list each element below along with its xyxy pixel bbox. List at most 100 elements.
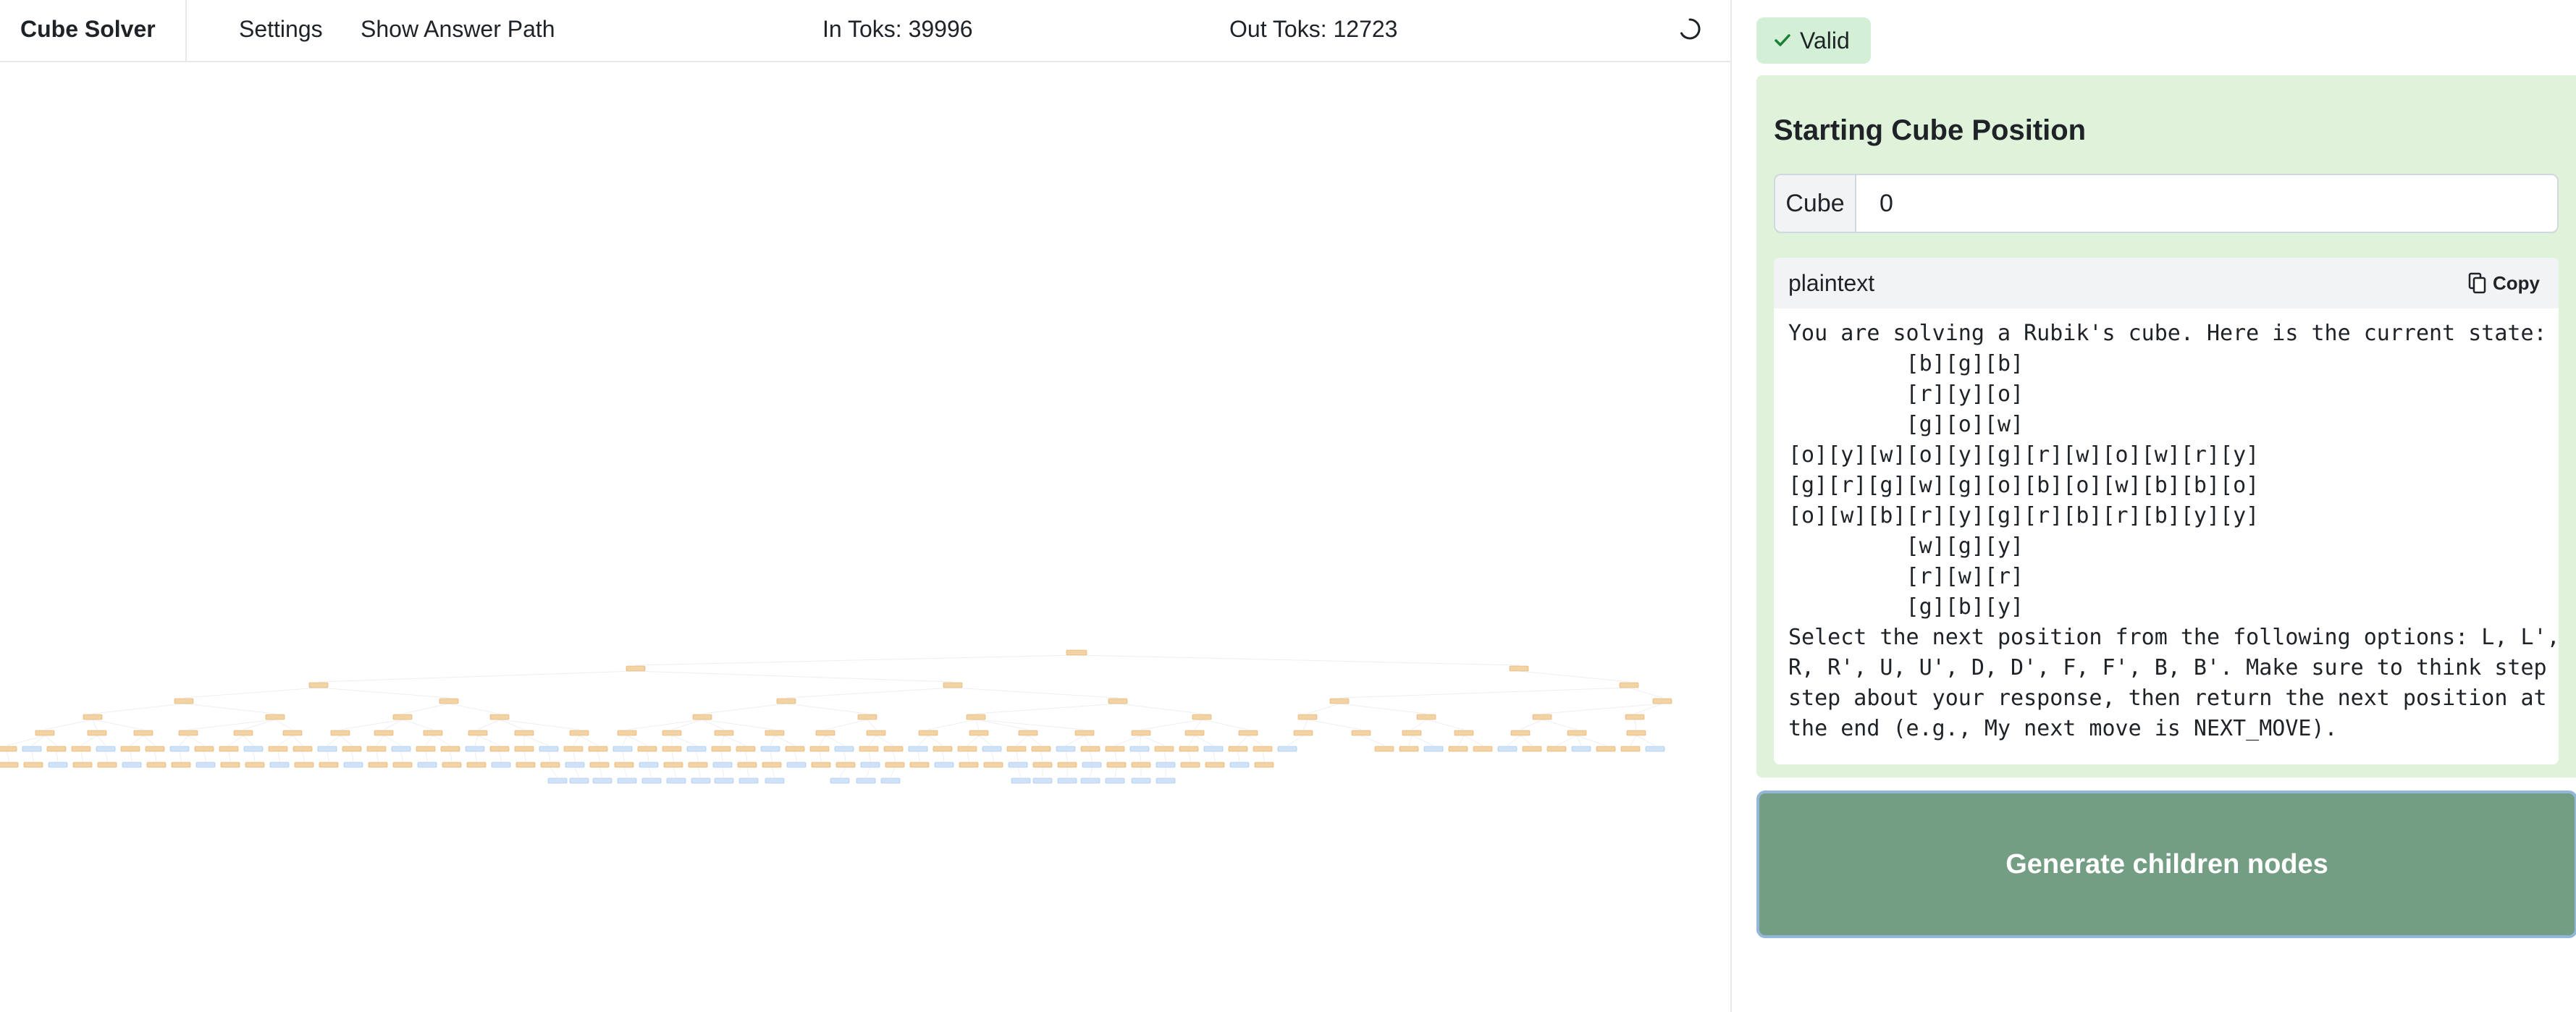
tree-node[interactable] — [1180, 762, 1200, 768]
tree-node[interactable] — [859, 746, 879, 752]
tree-node[interactable] — [1571, 746, 1591, 752]
tree-node[interactable] — [835, 762, 856, 768]
tree-node[interactable] — [1473, 746, 1493, 752]
tree-node[interactable] — [294, 762, 314, 768]
tree-node[interactable] — [174, 698, 194, 704]
tree-node[interactable] — [762, 762, 782, 768]
tree-node[interactable] — [539, 746, 559, 752]
tree-node[interactable] — [860, 762, 880, 768]
tree-node[interactable] — [35, 730, 55, 736]
tree-node[interactable] — [569, 777, 589, 784]
tree-node[interactable] — [765, 730, 785, 736]
tree-node[interactable] — [692, 714, 712, 720]
tree-node[interactable] — [1546, 746, 1567, 752]
tree-node[interactable] — [440, 746, 460, 752]
tree-node[interactable] — [760, 746, 780, 752]
tree-node[interactable] — [171, 762, 191, 768]
tree-node[interactable] — [786, 762, 807, 768]
tree-node[interactable] — [1293, 730, 1313, 736]
tree-node[interactable] — [489, 746, 510, 752]
tree-node[interactable] — [1131, 730, 1151, 736]
tree-node[interactable] — [1497, 746, 1518, 752]
tree-node[interactable] — [776, 698, 796, 704]
tree-node[interactable] — [617, 730, 637, 736]
tree-node[interactable] — [711, 746, 731, 752]
tree-node[interactable] — [292, 746, 313, 752]
tree-node[interactable] — [308, 682, 329, 688]
tree-node[interactable] — [1532, 714, 1552, 720]
tree-node[interactable] — [368, 762, 388, 768]
tree-node[interactable] — [1277, 746, 1297, 752]
tree-node[interactable] — [943, 682, 963, 688]
tree-node[interactable] — [809, 746, 830, 752]
tree-node[interactable] — [1228, 746, 1248, 752]
tree-node[interactable] — [245, 762, 265, 768]
tree-node[interactable] — [133, 730, 153, 736]
tree-node[interactable] — [1509, 665, 1529, 672]
tree-node[interactable] — [714, 730, 734, 736]
tree-node[interactable] — [442, 762, 462, 768]
tree-node[interactable] — [547, 777, 568, 784]
tree-node[interactable] — [592, 777, 613, 784]
tree-node[interactable] — [319, 762, 339, 768]
tree-node[interactable] — [96, 746, 116, 752]
tree-node[interactable] — [565, 762, 585, 768]
tree-node[interactable] — [97, 762, 117, 768]
tree-node[interactable] — [416, 746, 436, 752]
tree-node[interactable] — [1184, 730, 1205, 736]
tree-node[interactable] — [1652, 698, 1672, 704]
tree-node[interactable] — [1080, 777, 1100, 784]
tree-node[interactable] — [392, 714, 413, 720]
tree-node[interactable] — [738, 777, 759, 784]
tree-node[interactable] — [233, 730, 253, 736]
tree-node[interactable] — [1131, 777, 1151, 784]
tree-node[interactable] — [1156, 762, 1176, 768]
tree-node[interactable] — [1192, 714, 1212, 720]
tree-node[interactable] — [1154, 746, 1174, 752]
tree-node[interactable] — [391, 746, 411, 752]
tree-node[interactable] — [691, 777, 711, 784]
tree-node[interactable] — [146, 762, 167, 768]
tree-node[interactable] — [1057, 777, 1077, 784]
tree-node[interactable] — [918, 730, 938, 736]
tree-node[interactable] — [195, 762, 216, 768]
tree-node[interactable] — [880, 777, 901, 784]
tree-graph[interactable] — [0, 62, 1730, 1012]
tree-node[interactable] — [169, 746, 190, 752]
tree-node[interactable] — [220, 762, 240, 768]
tree-node[interactable] — [465, 746, 485, 752]
tree-node[interactable] — [491, 762, 511, 768]
tree-node[interactable] — [1402, 730, 1422, 736]
tree-node[interactable] — [87, 730, 107, 736]
tree-node[interactable] — [1619, 682, 1639, 688]
cube-field[interactable] — [1856, 175, 2557, 232]
tree-node[interactable] — [1416, 714, 1436, 720]
tree-node[interactable] — [662, 746, 682, 752]
tree-node[interactable] — [626, 665, 646, 672]
tree-node[interactable] — [71, 746, 91, 752]
tree-node[interactable] — [1057, 762, 1077, 768]
tree-node[interactable] — [1626, 730, 1646, 736]
tree-node[interactable] — [468, 730, 488, 736]
tree-node[interactable] — [83, 714, 103, 720]
tree-node[interactable] — [374, 730, 394, 736]
tree-node[interactable] — [982, 746, 1002, 752]
tree-node[interactable] — [265, 714, 285, 720]
tree-node[interactable] — [219, 746, 239, 752]
tree-node[interactable] — [613, 746, 633, 752]
tree-node[interactable] — [1082, 762, 1102, 768]
tree-node[interactable] — [830, 777, 850, 784]
tree-node[interactable] — [343, 762, 363, 768]
tree-node[interactable] — [423, 730, 443, 736]
tree-node[interactable] — [1156, 777, 1176, 784]
tree-node[interactable] — [23, 762, 43, 768]
tree-node[interactable] — [514, 746, 534, 752]
tree-node[interactable] — [933, 746, 953, 752]
tree-node[interactable] — [569, 730, 589, 736]
tree-node[interactable] — [1454, 730, 1474, 736]
tree-node[interactable] — [243, 746, 264, 752]
tree-node[interactable] — [815, 730, 835, 736]
tree-node[interactable] — [666, 777, 686, 784]
tree-node[interactable] — [1399, 746, 1419, 752]
tree-node[interactable] — [1620, 746, 1641, 752]
